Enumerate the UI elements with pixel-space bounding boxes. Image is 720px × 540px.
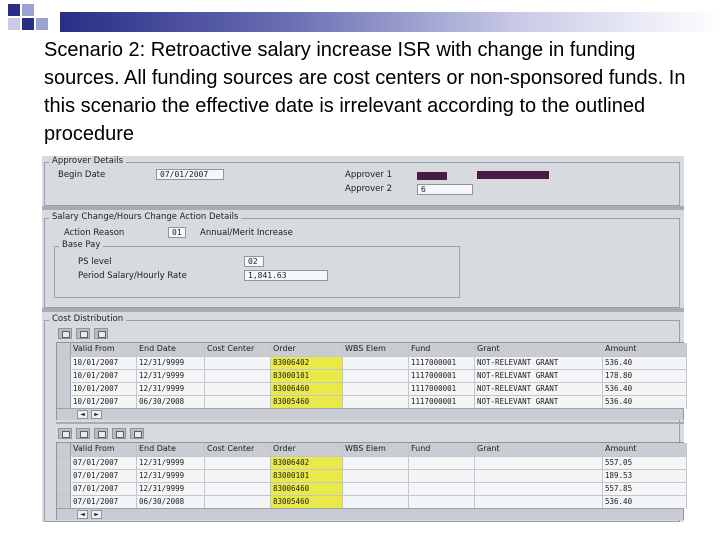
period-salary-field[interactable]: 1,841.63: [244, 270, 328, 281]
section-separator: [42, 308, 684, 312]
table-settings-icon[interactable]: [58, 428, 72, 439]
deselect-icon[interactable]: [94, 328, 108, 339]
details-icon[interactable]: [112, 428, 126, 439]
column-header-order: Order: [271, 443, 343, 456]
scroll-right-button[interactable]: ►: [91, 410, 102, 419]
action-reason-text: Annual/Merit Increase: [200, 228, 293, 238]
scroll-left-button[interactable]: ◄: [77, 510, 88, 519]
ps-level-label: PS level: [78, 257, 112, 267]
row-selector-header[interactable]: [57, 443, 71, 456]
column-header-cost-center: Cost Center: [205, 343, 271, 356]
column-header-valid-from: Valid From: [71, 343, 137, 356]
table-header: Valid From End Date Cost Center Order WBS El…: [57, 343, 687, 356]
column-header-fund: Fund: [409, 343, 475, 356]
action-reason-code-field[interactable]: 01: [168, 227, 186, 238]
table-settings-icon[interactable]: [58, 328, 72, 339]
section-separator: [56, 422, 684, 424]
period-salary-label: Period Salary/Hourly Rate: [78, 271, 187, 281]
ps-level-field[interactable]: 02: [244, 256, 264, 267]
cost-distribution-title: Cost Distribution: [49, 314, 127, 324]
table-header: Valid From End Date Cost Center Order WBS El…: [57, 443, 687, 456]
table-row: 10/01/2007 06/30/2008 83005460 1117000001 NO…: [57, 395, 687, 409]
column-header-amount: Amount: [603, 343, 687, 356]
table-row: 10/01/2007 12/31/9999 83000101 1117000001 NO…: [57, 369, 687, 383]
decoration-square: [22, 4, 34, 16]
decoration-square: [36, 18, 48, 30]
slide-title: Scenario 2: Retroactive salary increase …: [44, 39, 686, 145]
table-row: 10/01/2007 12/31/9999 83006460 1117000001 NO…: [57, 382, 687, 396]
slide-decoration: [0, 0, 720, 36]
column-header-end-date: End Date: [137, 443, 205, 456]
column-header-valid-from: Valid From: [71, 443, 137, 456]
table-row: 07/01/2007 12/31/9999 83006460 557.85: [57, 482, 687, 496]
table-row: 07/01/2007 06/30/2008 83005460 536.40: [57, 495, 687, 509]
scroll-left-button[interactable]: ◄: [77, 410, 88, 419]
approver1-redacted-name: [477, 171, 549, 179]
column-header-grant: Grant: [475, 443, 603, 456]
column-header-amount: Amount: [603, 443, 687, 456]
scroll-right-button[interactable]: ►: [91, 510, 102, 519]
decoration-square: [22, 18, 34, 30]
section-separator: [42, 206, 684, 210]
table-row: 07/01/2007 12/31/9999 83000101 189.53: [57, 469, 687, 483]
approver1-label: Approver 1: [345, 170, 392, 180]
decoration-square: [8, 18, 20, 30]
column-header-cost-center: Cost Center: [205, 443, 271, 456]
table-row: 07/01/2007 12/31/9999 83006402 557.05: [57, 456, 687, 470]
deselect-icon[interactable]: [94, 428, 108, 439]
approver2-field[interactable]: 6: [417, 184, 473, 195]
column-header-fund: Fund: [409, 443, 475, 456]
column-header-wbs-elem: WBS Elem: [343, 443, 409, 456]
cost-distribution-table-1: Valid From End Date Cost Center Order WBS El…: [56, 342, 687, 420]
select-all-icon[interactable]: [76, 328, 90, 339]
salary-change-title: Salary Change/Hours Change Action Detail…: [49, 212, 242, 222]
column-header-end-date: End Date: [137, 343, 205, 356]
decoration-gradient-bar: [60, 12, 720, 32]
action-reason-label: Action Reason: [64, 228, 125, 238]
approver2-label: Approver 2: [345, 184, 392, 194]
column-header-wbs-elem: WBS Elem: [343, 343, 409, 356]
base-pay-title: Base Pay: [59, 240, 104, 250]
column-header-grant: Grant: [475, 343, 603, 356]
sap-screen: Approver Details Begin Date 07/01/2007 A…: [42, 156, 687, 522]
row-selector-header[interactable]: [57, 343, 71, 356]
table-scroll-bar[interactable]: ◄ ►: [57, 408, 683, 420]
select-all-icon[interactable]: [76, 428, 90, 439]
decoration-square: [8, 4, 20, 16]
cost-distribution-table-2: Valid From End Date Cost Center Order WBS El…: [56, 442, 687, 520]
approver1-redacted-id: [417, 172, 447, 180]
table-row: 10/01/2007 12/31/9999 83006402 1117000001 NO…: [57, 356, 687, 370]
begin-date-label: Begin Date: [58, 170, 106, 180]
column-header-order: Order: [271, 343, 343, 356]
approver-details-title: Approver Details: [49, 156, 127, 166]
delete-row-icon[interactable]: [130, 428, 144, 439]
table-scroll-bar[interactable]: ◄ ►: [57, 508, 683, 520]
begin-date-field[interactable]: 07/01/2007: [156, 169, 224, 180]
